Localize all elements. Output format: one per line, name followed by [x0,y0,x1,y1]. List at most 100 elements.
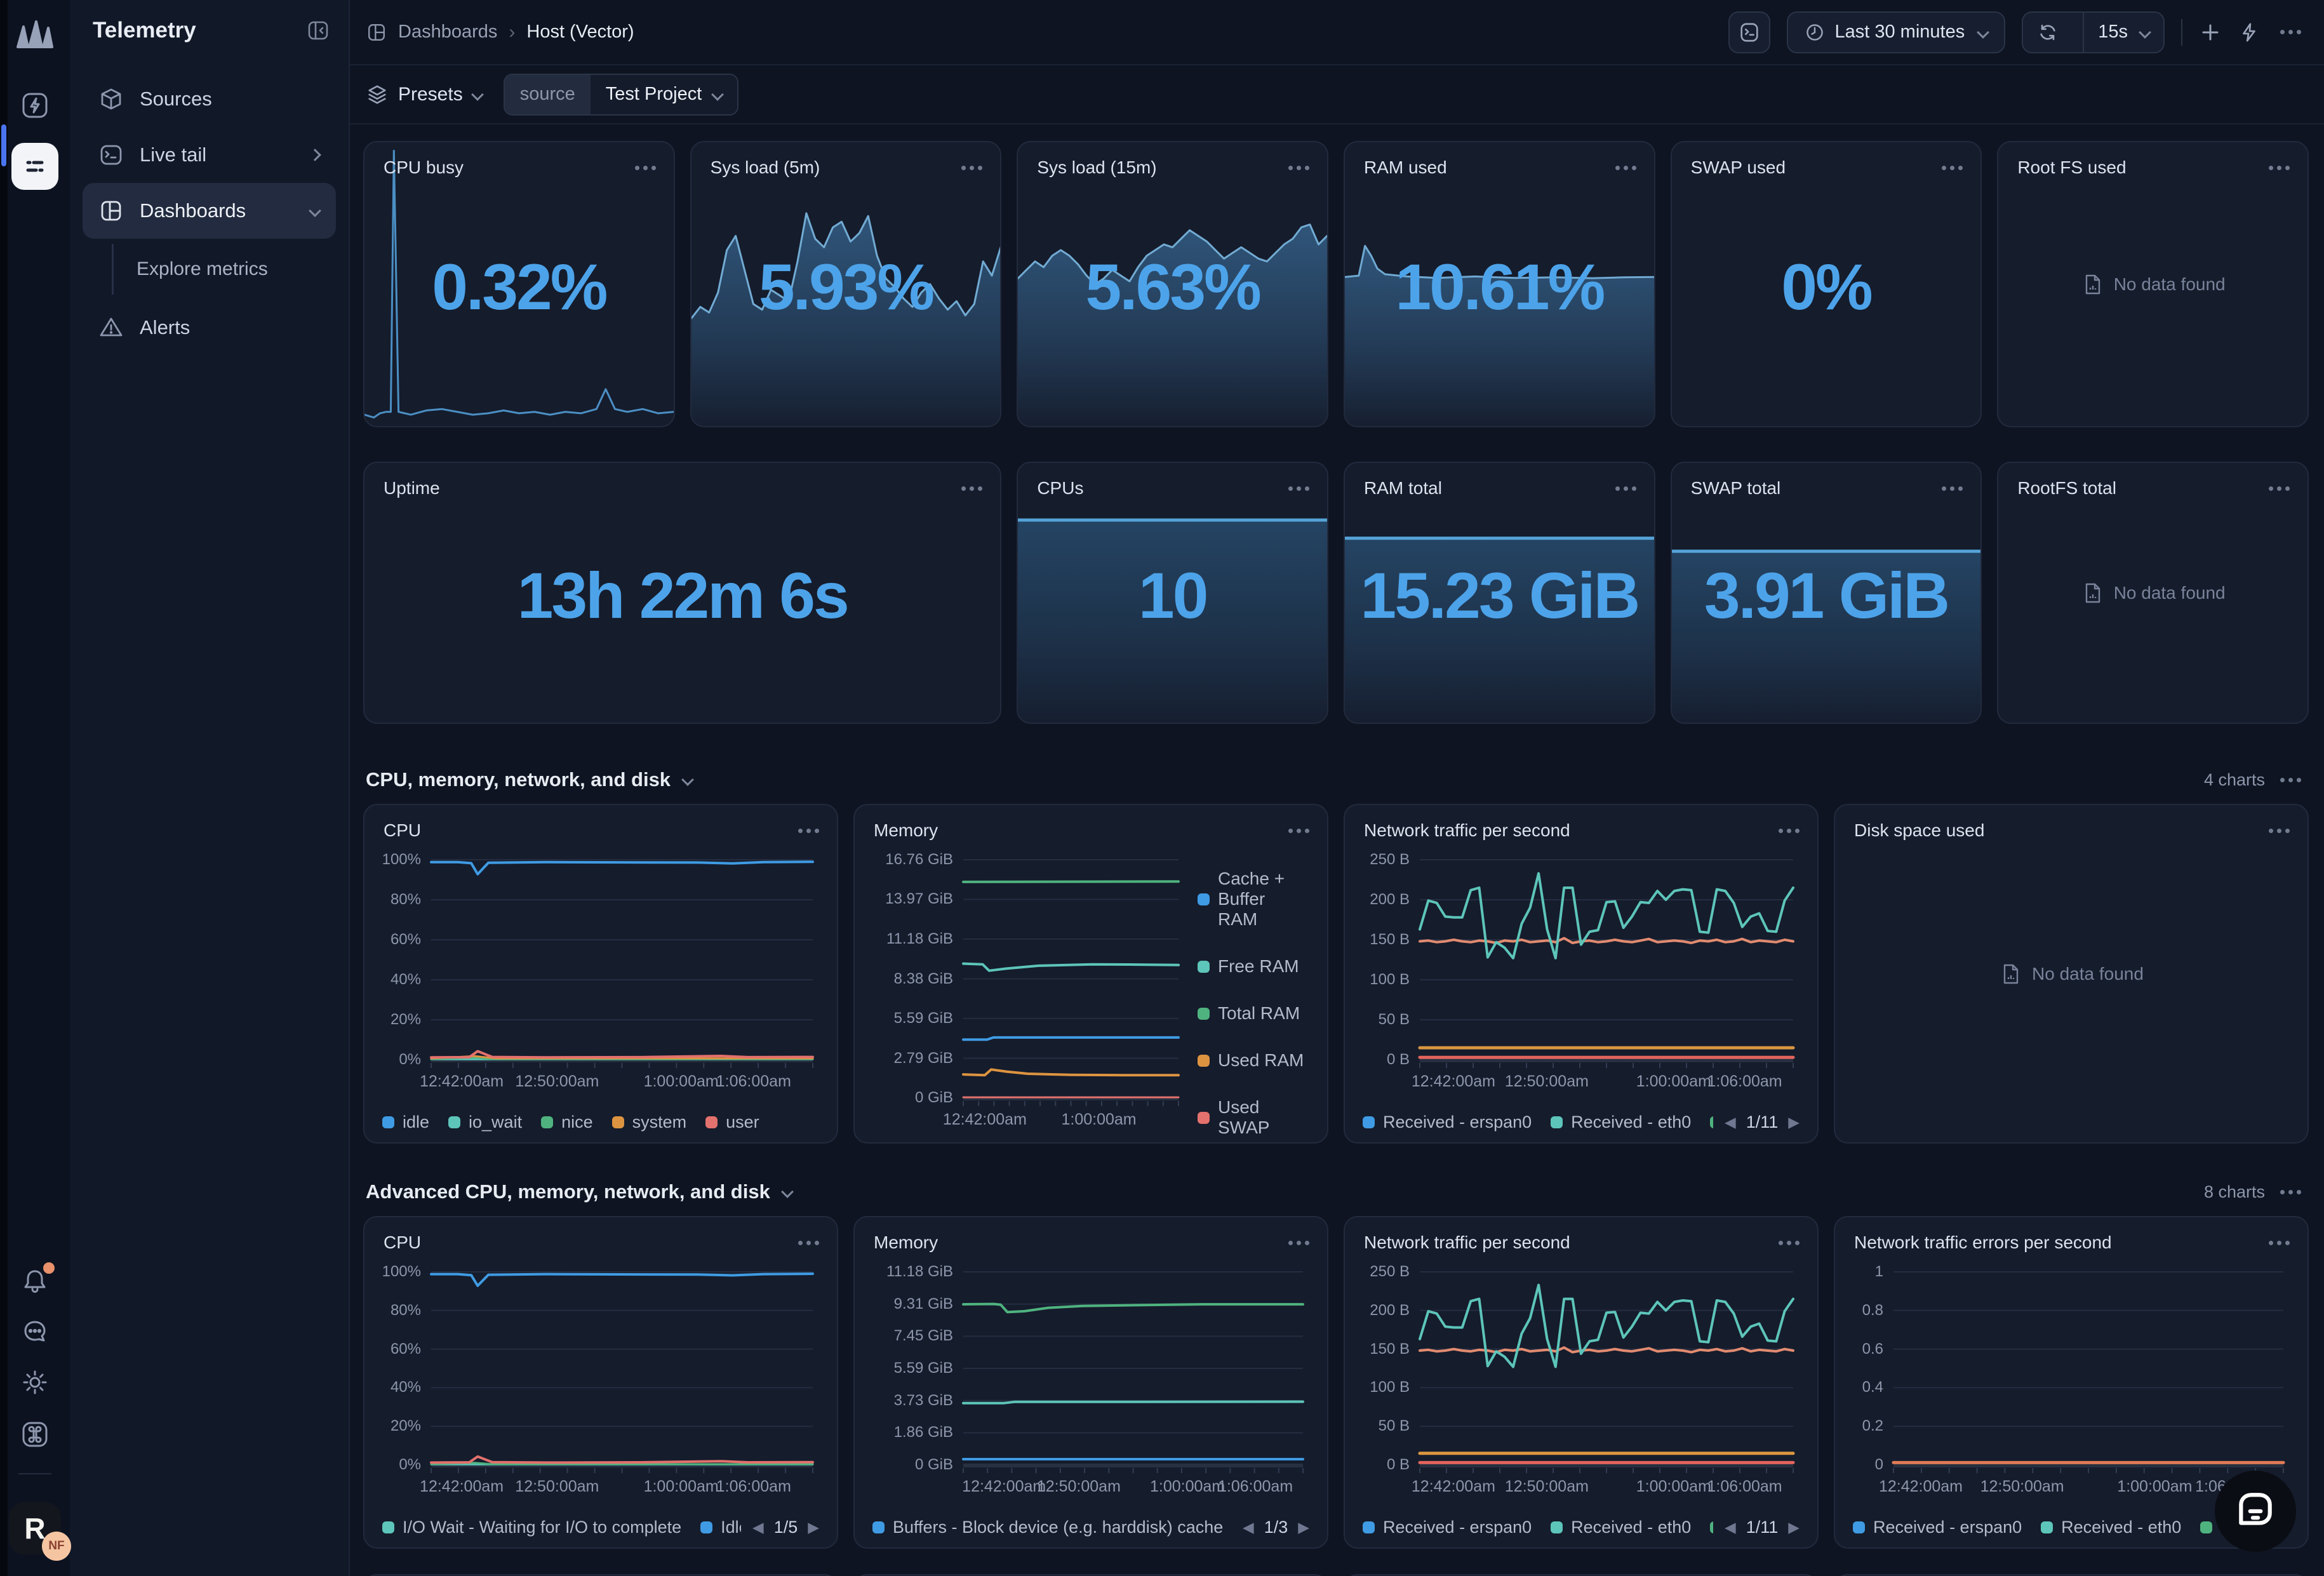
panel-menu-button[interactable] [2265,1234,2294,1252]
panel-title: SWAP used [1691,157,1786,178]
y-axis-label: 40% [381,970,421,989]
legend-item[interactable]: Received - erspan0 [1853,1518,2022,1537]
section-collapse-icon[interactable] [681,773,694,786]
y-axis-label: 16.76 GiB [871,850,953,869]
legend-item[interactable]: Received - eth0 [2041,1518,2181,1537]
legend-next-button[interactable]: ▶ [1788,1519,1800,1536]
panel-menu-button[interactable] [1775,822,1803,839]
legend-item[interactable]: nice [541,1112,593,1132]
topbar-more-button[interactable] [2276,23,2305,41]
panel-menu-button[interactable] [958,480,986,497]
app-switch-telemetry-button[interactable] [11,143,58,190]
legend-item[interactable]: io_wait [448,1112,522,1132]
sidebar-item-explore-metrics[interactable]: Explore metrics [137,244,336,295]
breadcrumb-root[interactable]: Dashboards [398,22,497,43]
ellipsis-icon [798,1241,803,1245]
panel-menu-button[interactable] [1612,480,1640,497]
theme-sun-icon[interactable] [22,1369,48,1396]
legend-item[interactable]: Total RAM [1198,1003,1307,1024]
legend-item[interactable]: Idle [700,1518,741,1537]
sidebar-item-sources[interactable]: Sources [83,71,336,127]
panel-menu-button[interactable] [631,159,660,177]
panel-menu-button[interactable] [1938,159,1967,177]
legend-item[interactable]: Used SWAP [1198,1097,1307,1138]
rail-divider [18,1473,51,1474]
legend-prev-button[interactable]: ◀ [1725,1519,1736,1536]
notifications-bell-icon[interactable] [22,1267,48,1294]
source-filter[interactable]: source Test Project [504,74,739,116]
quick-actions-button[interactable] [2238,22,2260,43]
section-collapse-icon[interactable] [781,1185,794,1198]
legend-label: Total RAM [1218,1003,1300,1024]
panel-menu-button[interactable] [958,159,986,177]
legend-item[interactable]: system [612,1112,687,1132]
user-avatar[interactable]: R NF [9,1502,61,1554]
panel-rootfs-total: RootFS total No data found [1997,462,2309,724]
panel-uptime: Uptime 13h 22m 6s [363,462,1001,724]
panel-menu-button[interactable] [794,822,823,839]
legend-item[interactable]: idle [382,1112,429,1132]
sidebar-item-label: Dashboards [140,199,294,222]
icon-rail: R NF [0,0,70,1576]
legend-item[interactable]: user [705,1112,759,1132]
legend-item[interactable]: Received - erspan0 [1363,1112,1532,1132]
section-menu-button[interactable] [2276,771,2305,789]
legend-item[interactable]: I/O Wait - Waiting for I/O to complete [382,1518,681,1537]
legend-prev-button[interactable]: ◀ [1725,1114,1736,1131]
legend-item[interactable]: Free RAM [1198,956,1307,977]
panel-menu-button[interactable] [1612,159,1640,177]
add-panel-button[interactable] [2199,21,2222,44]
support-chat-button[interactable] [2215,1471,2296,1552]
refresh-button[interactable] [2023,13,2073,52]
section-title: CPU, memory, network, and disk [366,768,671,791]
time-range-label: Last 30 minutes [1835,22,1965,43]
legend-pagination: ◀1/5▶ [741,1518,819,1537]
legend-prev-button[interactable]: ◀ [1243,1519,1254,1536]
legend-swatch [448,1116,460,1128]
panel-menu-button[interactable] [2265,159,2294,177]
y-axis-label: 100 B [1361,970,1410,989]
panel-menu-button[interactable] [794,1234,823,1252]
legend-prev-button[interactable]: ◀ [752,1519,764,1536]
legend-pagination: ◀1/11▶ [1713,1518,1800,1537]
sidebar-item-alerts[interactable]: Alerts [83,300,336,356]
panel-menu-button[interactable] [1285,480,1313,497]
chevron-down-icon [1977,26,1989,39]
panel-menu-button[interactable] [2265,822,2294,839]
command-menu-icon[interactable] [20,1420,50,1449]
legend-next-button[interactable]: ▶ [1788,1114,1800,1131]
stat-value: 10 [1018,559,1327,633]
tv-mode-button[interactable] [1728,11,1770,53]
legend-next-button[interactable]: ▶ [808,1519,819,1536]
legend-next-button[interactable]: ▶ [1298,1519,1309,1536]
legend-item[interactable]: Cache + Buffer RAM [1198,869,1307,930]
x-axis-label: 1:00:00am [1636,1072,1711,1091]
panel-memory-advanced-chart: Memory 0 GiB1.86 GiB3.73 GiB5.59 GiB7.45… [853,1216,1328,1549]
brand-logo-icon[interactable] [15,19,55,54]
panel-menu-button[interactable] [1938,480,1967,497]
panel-menu-button[interactable] [1775,1234,1803,1252]
x-axis-label: 1:00:00am [644,1478,719,1496]
feedback-chat-icon[interactable] [22,1318,48,1345]
y-axis-label: 11.18 GiB [871,1262,953,1281]
legend-item[interactable]: Received - erspan0 [1363,1518,1532,1537]
legend-item[interactable]: Used RAM [1198,1050,1307,1071]
legend-label: Buffers - Block device (e.g. harddisk) c… [893,1518,1223,1537]
panel-menu-button[interactable] [1285,822,1313,839]
refresh-interval-button[interactable]: 15s [2083,13,2163,52]
legend-item[interactable]: Received - eth0 [1551,1518,1691,1537]
panel-menu-button[interactable] [1285,159,1313,177]
presets-button[interactable]: Presets [366,84,482,105]
sidebar-collapse-icon[interactable] [307,19,330,42]
y-axis-label: 0 [1852,1455,1883,1474]
legend-item[interactable]: Buffers - Block device (e.g. harddisk) c… [872,1518,1223,1537]
section-menu-button[interactable] [2276,1184,2305,1201]
panel-menu-button[interactable] [2265,480,2294,497]
time-range-button[interactable]: Last 30 minutes [1787,11,2006,53]
legend-item[interactable]: Received - eth0 [1551,1112,1691,1132]
app-switch-logs-button[interactable] [11,82,58,129]
panel-menu-button[interactable] [1285,1234,1313,1252]
sidebar-item-live-tail[interactable]: Live tail [83,127,336,183]
sidebar-item-dashboards[interactable]: Dashboards [83,183,336,239]
legend-pagination: ◀1/3▶ [1231,1518,1309,1537]
